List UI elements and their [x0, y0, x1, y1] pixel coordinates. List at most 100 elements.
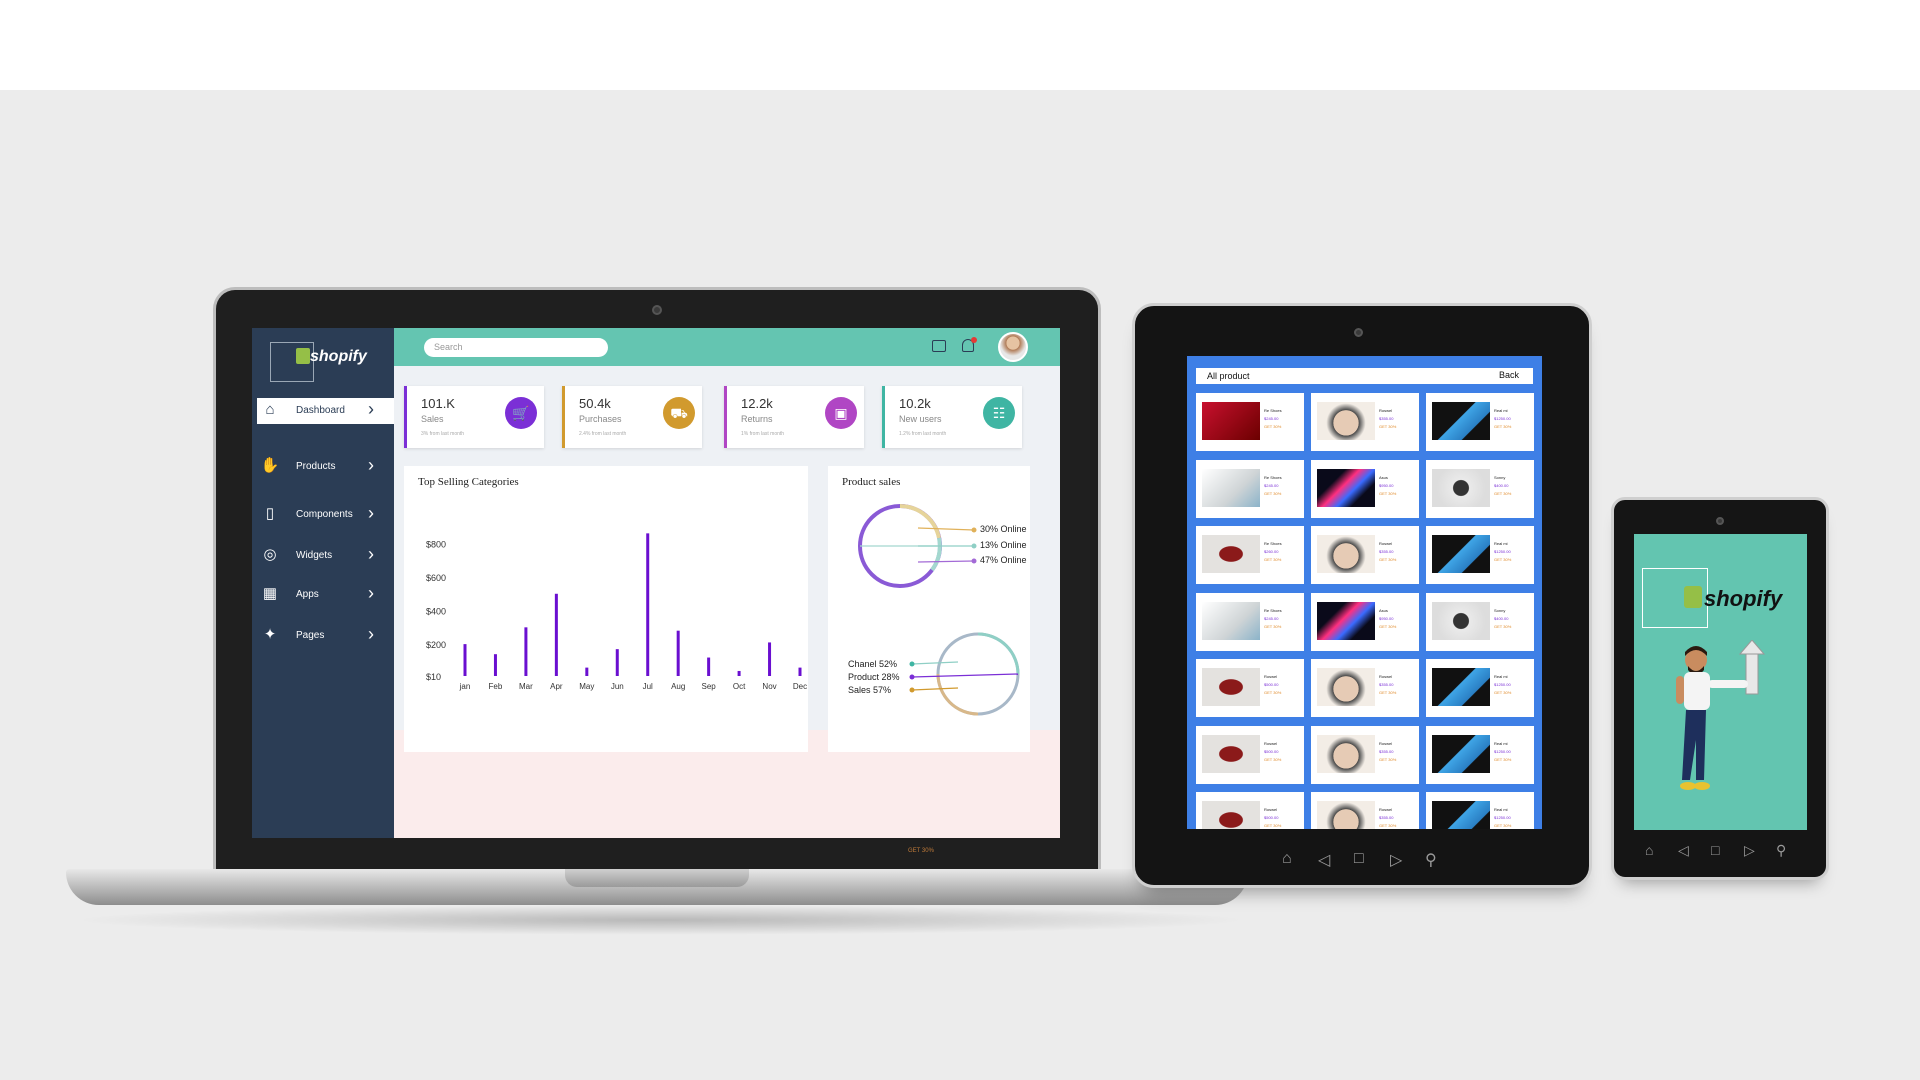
sidebar-item-pages[interactable]: ✦ Pages › [252, 623, 394, 651]
top-selling-panel: Top Selling Categories $800 $600 $400 $200 $… [404, 466, 808, 752]
product-name: Roswel [1264, 740, 1278, 746]
product-price: $355.00 [1379, 416, 1394, 421]
product-image [1202, 535, 1260, 573]
product-card[interactable]: Asus $950.00 GET 30% [1311, 592, 1419, 651]
back-nav-icon[interactable]: ◁ [1318, 850, 1330, 870]
product-name: Real mi [1494, 541, 1508, 546]
phone-camera [1716, 517, 1724, 525]
product-image [1202, 601, 1260, 640]
search-nav-icon[interactable]: ⚲ [1425, 850, 1437, 870]
search-input[interactable]: Search [424, 338, 608, 357]
hand-drops-icon: ✋ [260, 457, 280, 474]
product-card[interactable]: Real mi $1250.00 GET 30% [1426, 792, 1534, 829]
product-price: $400.00 [1494, 482, 1509, 488]
x-tick-label: Jun [611, 682, 624, 691]
product-card[interactable]: Sonny $400.00 GET 30% [1426, 592, 1534, 651]
back-button[interactable]: Back [1499, 370, 1519, 380]
product-price: $400.00 [1494, 615, 1509, 621]
product-card[interactable]: Re Shoes $245.00 GET 30% [1196, 592, 1304, 651]
tablet-header: All product Back [1196, 368, 1533, 384]
product-offer: GET 30% [1379, 557, 1397, 562]
product-offer: GET 30% [1494, 557, 1512, 562]
product-card[interactable]: Roswel $355.00 GET 30% [1311, 792, 1419, 829]
product-name: Re Shoes [1264, 541, 1282, 546]
product-name: Sonny [1494, 607, 1506, 613]
x-tick-label: Aug [671, 682, 685, 691]
top-white-band [0, 0, 1920, 90]
search-nav-icon[interactable]: ⚲ [1776, 842, 1786, 859]
product-offer: GET 30% [1264, 823, 1282, 828]
product-card[interactable]: Re Shoes $245.00 GET 30% [1196, 393, 1304, 451]
bar [646, 533, 650, 676]
square-nav-icon[interactable]: □ [1711, 842, 1719, 858]
product-card[interactable]: Roswel $355.00 GET 30% [1311, 393, 1419, 451]
product-card[interactable]: Roswel $500.00 GET 30% [1196, 725, 1304, 784]
product-card[interactable]: Real mi $1250.00 GET 30% [1426, 526, 1534, 584]
product-name: Asus [1379, 474, 1388, 480]
product-offer: GET 30% [1379, 424, 1397, 429]
product-offer: GET 30% [1264, 623, 1282, 629]
stat-card-new-users[interactable]: 10.2k New users 1.2% from last month ☷ [882, 386, 1022, 448]
product-card[interactable]: Re Shoes $245.00 GET 30% [1196, 459, 1304, 518]
product-card[interactable]: Real mi $1250.00 GET 30% [1426, 393, 1534, 451]
sidebar-item-dashboard[interactable]: ⌂ Dashboard › [257, 398, 394, 424]
square-nav-icon[interactable]: □ [1354, 850, 1364, 868]
home-nav-icon[interactable]: ⌂ [1645, 842, 1653, 858]
stat-card-purchases[interactable]: 50.4k Purchases 2.4% from last month ⛟ [562, 386, 702, 448]
product-name: Real mi [1494, 807, 1508, 812]
avatar[interactable] [998, 332, 1028, 362]
tablet-screen: All product Back Re Shoes $245.00 GET 30% R… [1187, 356, 1542, 829]
laptop-shadow [70, 905, 1250, 935]
home-nav-icon[interactable]: ⌂ [1282, 850, 1292, 868]
product-price: $355.00 [1379, 815, 1394, 820]
contact-icon: ☷ [983, 397, 1015, 429]
stat-card-returns[interactable]: 12.2k Returns 1% from last month ▣ [724, 386, 864, 448]
x-tick-label: Jul [643, 682, 653, 691]
product-name: Sonny [1494, 474, 1506, 480]
product-image [1432, 402, 1490, 440]
product-price: $950.00 [1379, 482, 1394, 488]
x-tick-label: Nov [762, 682, 776, 691]
sidebar-item-widgets[interactable]: ◎ Widgets › [252, 543, 394, 571]
product-image [1202, 668, 1260, 706]
chevron-right-icon: › [368, 399, 374, 419]
sidebar-item-apps[interactable]: ▦ Apps › [252, 582, 394, 610]
sidebar-item-components[interactable]: ▯ Components › [252, 502, 394, 530]
product-card[interactable]: Real mi $1250.00 GET 30% [1426, 659, 1534, 717]
product-offer: GET 30% [1494, 490, 1512, 496]
product-card[interactable]: Roswel $355.00 GET 30% [1311, 725, 1419, 784]
product-card[interactable]: Re Shoes $260.00 GET 30% [1196, 526, 1304, 584]
forward-nav-icon[interactable]: ▷ [1744, 842, 1755, 859]
product-card[interactable]: Roswel $500.00 GET 30% [1196, 659, 1304, 717]
product-card[interactable]: Real mi $1250.00 GET 30% [1426, 725, 1534, 784]
stat-card-sales[interactable]: 101.K Sales 3% from last month 🛒 [404, 386, 544, 448]
y-tick-label: $10 [426, 672, 441, 682]
chat-icon[interactable] [932, 340, 946, 352]
product-card[interactable]: Roswel $355.00 GET 30% [1311, 526, 1419, 584]
donut-arc-4 [936, 673, 979, 716]
chevron-right-icon: › [368, 624, 374, 644]
product-image [1317, 468, 1375, 507]
product-offer: GET 30% [1494, 690, 1512, 695]
bar [707, 657, 711, 676]
laptop-hinge-notch [565, 869, 749, 887]
product-price: $1250.00 [1494, 748, 1511, 754]
product-card[interactable]: Sonny $400.00 GET 30% [1426, 459, 1534, 518]
phone-screen: shopify [1634, 534, 1807, 830]
sidebar-item-products[interactable]: ✋ Products › [252, 454, 394, 482]
product-card[interactable]: Roswel $500.00 GET 30% [1196, 792, 1304, 829]
product-card[interactable]: Roswel $355.00 GET 30% [1311, 659, 1419, 717]
donut2-label: Chanel 52% [848, 659, 898, 669]
donut1-label: 13% Online [980, 540, 1027, 550]
product-card[interactable]: Asus $950.00 GET 30% [1311, 459, 1419, 518]
back-nav-icon[interactable]: ◁ [1678, 842, 1689, 859]
bag-icon: ▣ [825, 397, 857, 429]
main-content: 101.K Sales 3% from last month 🛒 50.4k P… [394, 366, 1060, 838]
product-price: $500.00 [1264, 815, 1279, 820]
leader-line [911, 687, 959, 691]
bar [676, 630, 680, 676]
product-name: Asus [1379, 607, 1388, 613]
product-name: Real mi [1494, 740, 1508, 746]
forward-nav-icon[interactable]: ▷ [1390, 850, 1402, 870]
truck-icon: ⛟ [663, 397, 695, 429]
